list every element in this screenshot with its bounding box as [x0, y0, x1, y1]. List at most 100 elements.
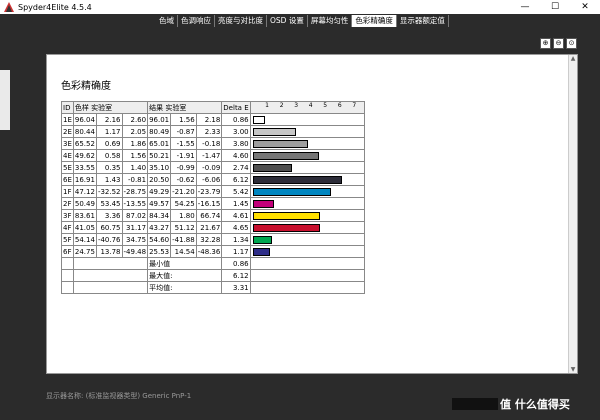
scroll-down-icon[interactable]: ▼	[570, 366, 576, 373]
sample-value: -40.76	[95, 233, 123, 246]
tab-1[interactable]: 色调响应	[178, 15, 215, 27]
close-button[interactable]: ✕	[570, 0, 600, 14]
minimize-button[interactable]: —	[510, 0, 540, 14]
table-row: 3F 83.61 3.36 87.02 84.34 1.80 66.74 4.61	[61, 209, 365, 222]
table-row: 3E 65.52 0.69 1.86 65.01 -1.55 -0.18 3.80	[61, 137, 365, 150]
result-value: 2.18	[195, 113, 223, 126]
summary-label: 最大值:	[147, 269, 223, 282]
row-id: 3E	[61, 137, 74, 150]
zoom-toolbar: ⊕ ⊖ ⊙	[540, 38, 577, 49]
result-value: 51.12	[170, 221, 197, 234]
header-id: ID	[61, 101, 74, 114]
summary-blank	[72, 257, 149, 270]
row-id: 6E	[61, 173, 74, 186]
result-value: -0.62	[170, 173, 197, 186]
result-value: 2.33	[195, 125, 223, 138]
tab-2[interactable]: 亮度与对比度	[215, 15, 267, 27]
delta-e-bar	[252, 128, 297, 136]
result-value: 43.27	[147, 221, 172, 234]
summary-label: 最小值	[147, 257, 223, 270]
sample-value: 2.05	[121, 125, 149, 138]
monitor-name-status: 显示器名称: (标准监视器类型) Generic PnP-1	[46, 392, 192, 400]
result-value: 21.67	[195, 221, 223, 234]
tab-6[interactable]: 显示器额定值	[397, 15, 449, 27]
watermark-bg	[452, 398, 498, 410]
tab-3[interactable]: OSD 设置	[267, 15, 308, 27]
window-controls: — ☐ ✕	[510, 0, 600, 14]
result-value: -16.15	[195, 197, 223, 210]
result-value: 96.01	[147, 113, 172, 126]
delta-e-value: 1.34	[221, 233, 251, 246]
delta-e-bar	[252, 152, 320, 160]
window-title: Spyder4Elite 4.5.4	[18, 2, 92, 12]
sample-value: 0.35	[95, 161, 123, 174]
delta-bar-cell	[249, 233, 365, 246]
sample-value: 2.16	[95, 113, 123, 126]
delta-bar-cell	[249, 245, 365, 258]
delta-e-value: 4.61	[221, 209, 251, 222]
sample-value: 54.14	[72, 233, 97, 246]
summary-bar-blank	[249, 257, 365, 270]
delta-bar-cell	[249, 137, 365, 150]
delta-bar-cell	[249, 149, 365, 162]
zoom-in-icon[interactable]: ⊕	[540, 38, 551, 49]
result-value: -1.47	[195, 149, 223, 162]
result-value: 35.10	[147, 161, 172, 174]
table-row: 1F 47.12 -32.52 -28.75 49.29 -21.20 -23.79 5.42	[61, 185, 365, 198]
delta-bar-cell	[249, 221, 365, 234]
sample-value: 80.44	[72, 125, 97, 138]
summary-blank	[72, 269, 149, 282]
zoom-out-icon[interactable]: ⊖	[553, 38, 564, 49]
header-sample: 色样 实验室	[72, 101, 149, 114]
delta-scale: 1 2 3 4 5 6 7	[249, 101, 365, 114]
delta-e-value: 0.86	[221, 113, 251, 126]
delta-e-value: 4.65	[221, 221, 251, 234]
result-value: -41.88	[170, 233, 197, 246]
result-value: 66.74	[195, 209, 223, 222]
sample-value: 65.52	[72, 137, 97, 150]
delta-e-value: 3.00	[221, 125, 251, 138]
scale-tick-label: 1	[265, 102, 269, 109]
maximize-button[interactable]: ☐	[540, 0, 570, 14]
row-id: 4F	[61, 221, 74, 234]
scale-tick-label: 4	[308, 102, 313, 109]
vertical-scrollbar[interactable]: ▲ ▼	[568, 55, 577, 373]
result-value: -48.36	[195, 245, 223, 258]
zoom-fit-icon[interactable]: ⊙	[566, 38, 577, 49]
tab-0[interactable]: 色域	[156, 15, 178, 27]
tab-4[interactable]: 屏幕均匀性	[308, 15, 353, 27]
delta-e-bar	[252, 236, 273, 244]
summary-value: 6.12	[221, 269, 251, 282]
delta-e-bar	[252, 212, 320, 220]
row-id: 4E	[61, 149, 74, 162]
sample-value: 1.17	[95, 125, 123, 138]
sample-value: 49.62	[72, 149, 97, 162]
scroll-up-icon[interactable]: ▲	[570, 55, 576, 62]
table-row: 4F 41.05 60.75 31.17 43.27 51.12 21.67 4.65	[61, 221, 365, 234]
header-delta: Delta E	[221, 101, 251, 114]
header-result: 结果 实验室	[147, 101, 223, 114]
table-row: 5E 33.55 0.35 1.40 35.10 -0.99 -0.09 2.74	[61, 161, 365, 174]
scale-tick-label: 2	[279, 102, 284, 109]
sample-value: -49.48	[121, 245, 149, 258]
sample-value: 96.04	[72, 113, 97, 126]
sample-value: 83.61	[72, 209, 97, 222]
summary-value: 3.31	[221, 281, 251, 294]
result-value: 65.01	[147, 137, 172, 150]
result-value: -23.79	[195, 185, 223, 198]
summary-blank	[61, 269, 74, 282]
sample-value: -0.81	[121, 173, 149, 186]
scale-tick-label: 3	[294, 102, 299, 109]
summary-label: 平均值:	[147, 281, 223, 294]
result-value: -6.06	[195, 173, 223, 186]
tab-5[interactable]: 色彩精确度	[352, 15, 397, 27]
page-title: 色彩精确度	[61, 81, 111, 92]
sample-value: 50.49	[72, 197, 97, 210]
sample-value: 1.43	[95, 173, 123, 186]
delta-e-value: 2.74	[221, 161, 251, 174]
color-accuracy-table: ID 色样 实验室 结果 实验室 Delta E 1 2 3 4 5 6 7 1E 96.04 2.16 2…	[61, 101, 365, 294]
sample-value: 41.05	[72, 221, 97, 234]
summary-row: 平均值: 3.31	[61, 281, 365, 294]
sample-value: 1.40	[121, 161, 149, 174]
delta-e-bar	[252, 116, 266, 124]
